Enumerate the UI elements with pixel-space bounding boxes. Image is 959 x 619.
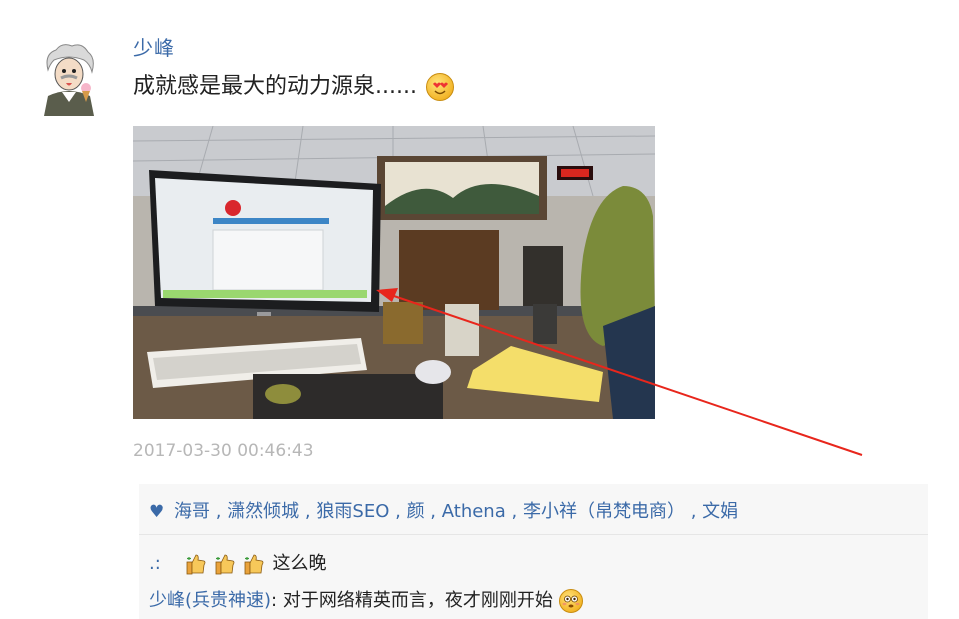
- like-separator: ,: [430, 501, 437, 522]
- comments-panel: .: 这么晚 少峰(兵贵神速): 对于网络精英而言，夜才刚刚开始: [139, 535, 928, 619]
- thumbs-up-icon: [244, 553, 264, 575]
- like-separator: ,: [304, 501, 311, 522]
- like-separator: ,: [215, 501, 222, 522]
- heart-icon: ♥: [149, 502, 165, 522]
- post-text-content: 成就感是最大的动力源泉......: [133, 74, 417, 99]
- comment-text: 对于网络精英而言，夜才刚刚开始: [282, 590, 553, 611]
- thumbs-up-icon: [186, 553, 206, 575]
- like-separator: ,: [690, 501, 697, 522]
- like-user[interactable]: 狼雨SEO: [316, 501, 389, 522]
- like-user[interactable]: 李小祥（帛梵电商）: [523, 501, 685, 522]
- thumbs-up-icon: [215, 553, 235, 575]
- like-user[interactable]: 海哥: [174, 501, 210, 522]
- comment-item: 少峰(兵贵神速): 对于网络精英而言，夜才刚刚开始: [149, 586, 583, 613]
- comment-author[interactable]: .:: [149, 553, 161, 574]
- avatar[interactable]: [38, 42, 100, 116]
- comment-author[interactable]: 少峰(兵贵神速): [149, 590, 271, 611]
- comment-item: .: 这么晚: [149, 549, 326, 575]
- like-user[interactable]: Athena: [442, 501, 506, 522]
- like-user[interactable]: 文娟: [702, 501, 738, 522]
- avatar-einstein-icon: [38, 42, 100, 116]
- comment-text: 这么晚: [272, 553, 327, 574]
- likes-list: ♥ 海哥 , 潇然倾城 , 狼雨SEO , 颜 , Athena , 李小祥（帛…: [149, 497, 738, 523]
- heart-eyes-emoji-icon: [425, 73, 454, 101]
- post-author-name[interactable]: 少峰: [133, 32, 175, 61]
- post-text: 成就感是最大的动力源泉......: [133, 68, 454, 101]
- like-separator: ,: [511, 501, 518, 522]
- like-user[interactable]: 潇然倾城: [227, 501, 299, 522]
- post-photo[interactable]: [133, 126, 655, 419]
- likes-panel: ♥ 海哥 , 潇然倾城 , 狼雨SEO , 颜 , Athena , 李小祥（帛…: [139, 484, 928, 534]
- office-desk-photo-icon: [133, 126, 655, 419]
- like-separator: ,: [395, 501, 401, 522]
- like-user[interactable]: 颜: [407, 501, 425, 522]
- post-timestamp: 2017-03-30 00:46:43: [133, 441, 314, 461]
- comment-colon: :: [271, 590, 278, 611]
- flushed-emoji-icon: [558, 589, 583, 613]
